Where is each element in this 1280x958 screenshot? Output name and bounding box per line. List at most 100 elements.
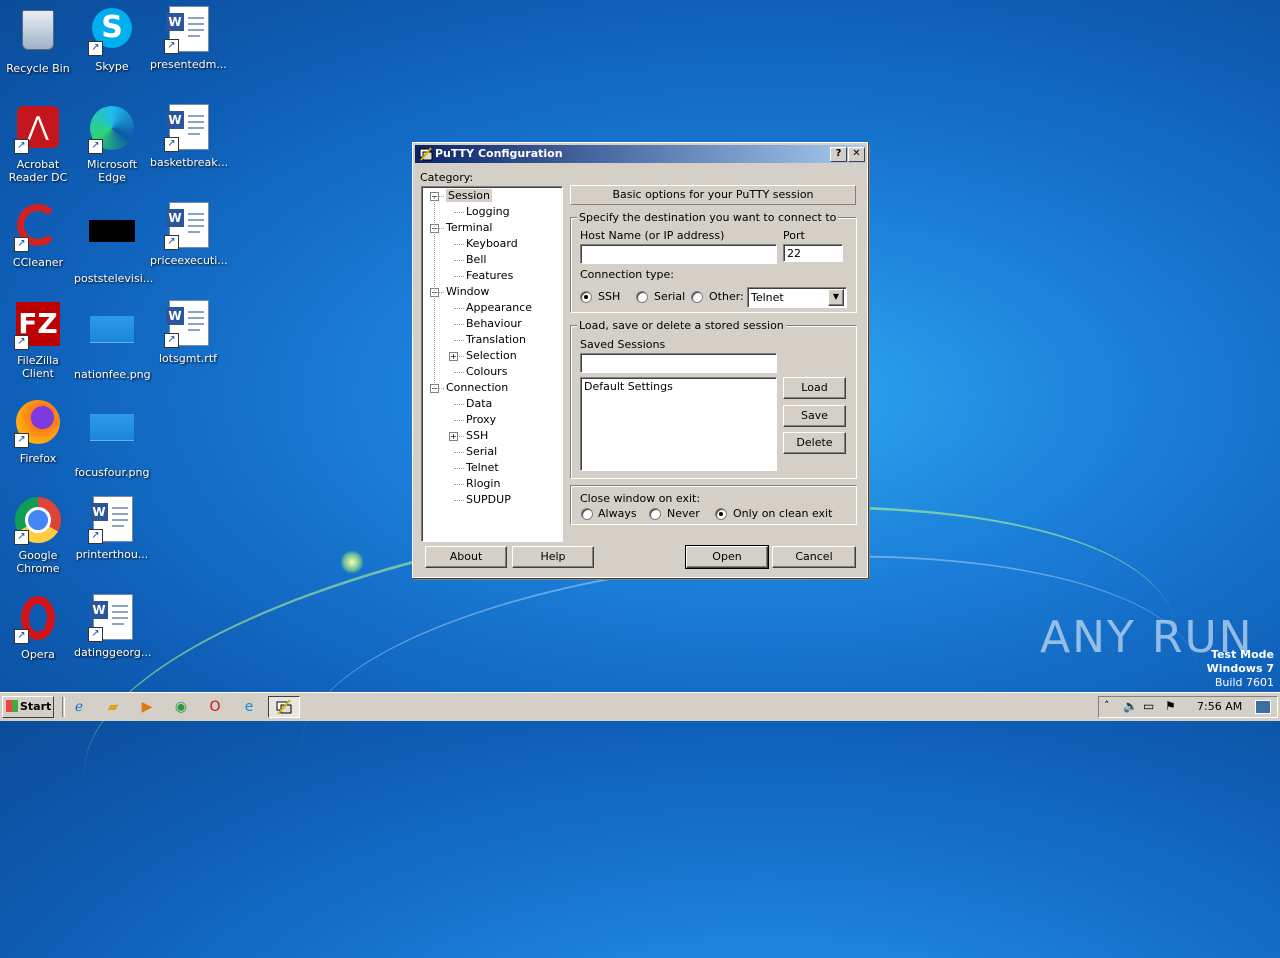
tree-item-supdup[interactable]: SUPDUP <box>466 493 511 506</box>
desktop-icon[interactable]: Recycle Bin <box>0 6 76 75</box>
desktop-icon[interactable]: ↗ Google Chrome <box>0 496 76 575</box>
explorer-icon[interactable]: ▰ <box>104 698 122 716</box>
desktop-icon[interactable]: S ↗ Skype <box>74 6 150 73</box>
desktop-icon[interactable]: W ↗ priceexecuti... <box>150 202 228 267</box>
desktop-icon[interactable]: ↗ Firefox <box>0 398 76 465</box>
host-input[interactable] <box>580 244 777 264</box>
saved-session-input[interactable] <box>580 353 777 373</box>
never-radio-label[interactable]: Never <box>667 507 700 520</box>
ssh-radio[interactable] <box>580 291 592 303</box>
tree-item-label: SUPDUP <box>466 493 511 506</box>
opera-icon[interactable]: O <box>206 698 224 716</box>
tree-item-appearance[interactable]: Appearance <box>466 301 532 314</box>
ssh-radio-label[interactable]: SSH <box>598 290 620 303</box>
show-desktop-icon[interactable] <box>1255 700 1271 714</box>
shortcut-arrow-icon: ↗ <box>88 139 103 154</box>
desktop-icon[interactable]: FZ ↗ FileZilla Client <box>0 300 76 380</box>
chrome-icon: ↗ <box>14 497 62 545</box>
show-hidden-icons-icon[interactable]: ˄ <box>1104 699 1110 712</box>
tree-item-proxy[interactable]: Proxy <box>466 413 496 426</box>
tree-item-features[interactable]: Features <box>466 269 513 282</box>
port-input[interactable]: 22 <box>783 244 843 262</box>
shortcut-arrow-icon: ↗ <box>164 137 179 152</box>
tree-item-serial[interactable]: Serial <box>466 445 497 458</box>
session-list-item[interactable]: Default Settings <box>584 380 673 393</box>
about-button[interactable]: About <box>425 546 507 568</box>
tree-item-rlogin[interactable]: Rlogin <box>466 477 500 490</box>
edge-icon[interactable]: e <box>240 698 258 716</box>
cancel-button[interactable]: Cancel <box>772 546 856 568</box>
desktop-icon[interactable]: nationfee.png <box>74 300 151 381</box>
windows-logo-icon <box>6 700 18 712</box>
wallpaper-glow <box>340 550 364 574</box>
session-list[interactable]: Default Settings <box>580 377 777 471</box>
expand-icon[interactable]: + <box>449 352 458 361</box>
ie-icon[interactable]: ℯ <box>70 698 88 716</box>
other-protocol-select[interactable]: Telnet ▼ <box>747 287 847 308</box>
tree-item-window[interactable]: Window <box>446 285 489 298</box>
desktop-icon-label: CCleaner <box>12 256 64 269</box>
desktop-icon[interactable]: ↗ Microsoft Edge <box>74 104 150 184</box>
tree-item-connection[interactable]: Connection <box>446 381 508 394</box>
opera-icon: ↗ <box>14 596 62 644</box>
other-radio[interactable] <box>691 291 703 303</box>
media-player-icon[interactable]: ▶ <box>138 698 156 716</box>
desktop-icon-label: Microsoft Edge <box>86 158 138 184</box>
chrome-icon[interactable]: ◉ <box>172 698 190 716</box>
tree-item-session[interactable]: Session <box>446 189 492 202</box>
serial-radio[interactable] <box>636 291 648 303</box>
category-tree[interactable]: Session − Logging Terminal − Keyboard Bell Feat… <box>421 186 563 542</box>
desktop-icon[interactable]: poststelevisi... <box>74 202 153 285</box>
tree-item-keyboard[interactable]: Keyboard <box>466 237 518 250</box>
tree-item-translation[interactable]: Translation <box>466 333 526 346</box>
clean-exit-radio-label[interactable]: Only on clean exit <box>733 507 832 520</box>
start-button[interactable]: Start <box>2 696 54 718</box>
skype-icon: S ↗ <box>88 8 136 56</box>
clean-exit-radio[interactable] <box>715 508 727 520</box>
title-bar[interactable]: PuTTY Configuration ? ✕ <box>415 145 865 163</box>
tree-item-behaviour[interactable]: Behaviour <box>466 317 522 330</box>
tree-item-logging[interactable]: Logging <box>466 205 510 218</box>
save-button[interactable]: Save <box>783 405 846 427</box>
close-title-button[interactable]: ✕ <box>848 147 865 162</box>
volume-icon[interactable]: 🔈 <box>1123 699 1138 713</box>
tree-item-telnet[interactable]: Telnet <box>466 461 499 474</box>
expand-icon[interactable]: + <box>449 432 458 441</box>
other-radio-label[interactable]: Other: <box>709 290 744 303</box>
desktop-icon[interactable]: ↗ Opera <box>0 594 76 661</box>
clock[interactable]: 7:56 AM <box>1197 700 1242 713</box>
host-label: Host Name (or IP address) <box>580 229 725 242</box>
desktop-icon[interactable]: W ↗ presentedm... <box>150 6 227 71</box>
tree-item-ssh[interactable]: SSH <box>466 429 488 442</box>
help-button[interactable]: Help <box>512 546 594 568</box>
desktop-icon-label: Recycle Bin <box>6 62 70 75</box>
putty-taskbar-button[interactable] <box>268 696 300 718</box>
desktop-icon[interactable]: focusfour.png <box>74 398 150 479</box>
network-icon[interactable]: ▭ <box>1143 699 1154 713</box>
tree-connector <box>454 468 464 469</box>
tree-connector <box>454 324 464 325</box>
always-radio[interactable] <box>581 508 593 520</box>
desktop-icon[interactable]: W ↗ printerthou... <box>74 496 150 561</box>
tree-item-bell[interactable]: Bell <box>466 253 486 266</box>
tree-item-data[interactable]: Data <box>466 397 492 410</box>
tree-item-selection[interactable]: Selection <box>466 349 517 362</box>
desktop-icon[interactable]: W ↗ datinggeorg... <box>74 594 151 659</box>
tree-item-colours[interactable]: Colours <box>466 365 507 378</box>
desktop-icon[interactable]: ⋀ ↗ Acrobat Reader DC <box>0 104 76 184</box>
serial-radio-label[interactable]: Serial <box>654 290 685 303</box>
chevron-down-icon[interactable]: ▼ <box>828 289 844 306</box>
never-radio[interactable] <box>649 508 661 520</box>
delete-button[interactable]: Delete <box>783 432 846 454</box>
open-button[interactable]: Open <box>685 545 769 569</box>
action-center-flag-icon[interactable]: ⚑ <box>1165 699 1176 713</box>
help-title-button[interactable]: ? <box>830 147 847 162</box>
destination-group-title: Specify the destination you want to conn… <box>577 211 839 224</box>
tree-item-terminal[interactable]: Terminal <box>446 221 493 234</box>
always-radio-label[interactable]: Always <box>598 507 637 520</box>
load-button[interactable]: Load <box>783 377 846 399</box>
desktop-icon[interactable]: W ↗ lotsgmt.rtf <box>150 300 226 365</box>
shortcut-arrow-icon: ↗ <box>14 335 29 350</box>
desktop-icon[interactable]: ↗ CCleaner <box>0 202 76 269</box>
desktop-icon[interactable]: W ↗ basketbreak... <box>150 104 228 169</box>
